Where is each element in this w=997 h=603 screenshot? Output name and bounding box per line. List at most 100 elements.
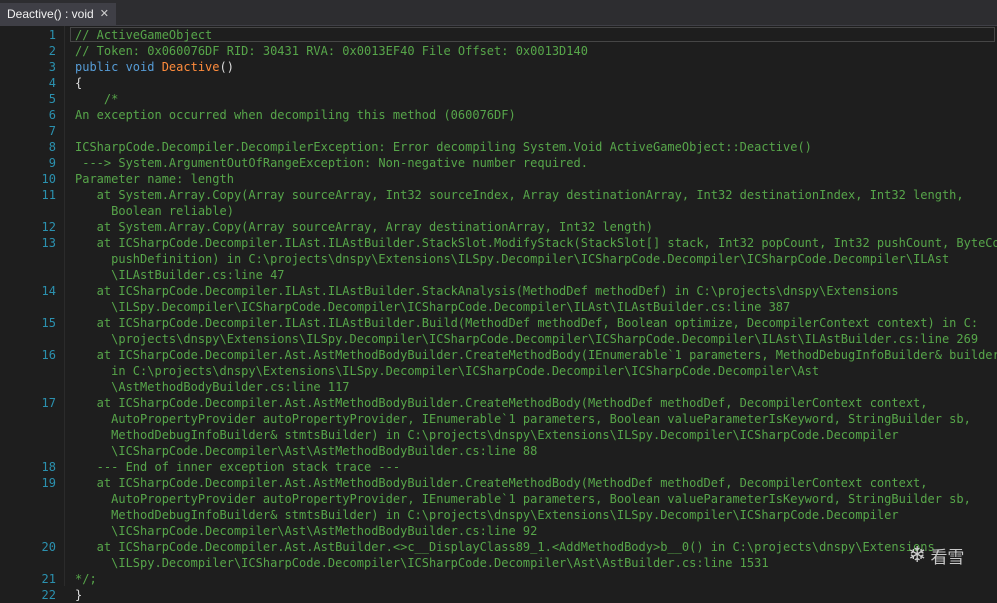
- line-number: 16: [41, 348, 56, 362]
- code-line[interactable]: 19 at ICSharpCode.Decompiler.Ast.AstMeth…: [0, 475, 997, 491]
- code-token: {: [75, 76, 83, 90]
- code-text: AutoPropertyProvider autoPropertyProvide…: [75, 411, 971, 427]
- close-icon[interactable]: ✕: [100, 3, 109, 25]
- code-line[interactable]: \AstMethodBodyBuilder.cs:line 117: [0, 379, 997, 395]
- tab-title: Deactive() : void: [7, 7, 94, 21]
- code-text: \ILSpy.Decompiler\ICSharpCode.Decompiler…: [75, 299, 790, 315]
- code-token: // ActiveGameObject: [75, 28, 213, 42]
- line-number: 1: [48, 28, 56, 42]
- code-text: public void Deactive(): [75, 59, 234, 75]
- code-line[interactable]: \ILAstBuilder.cs:line 47: [0, 267, 997, 283]
- code-token: \AstMethodBodyBuilder.cs:line 117: [75, 380, 350, 394]
- code-line[interactable]: 9 ---> System.ArgumentOutOfRangeExceptio…: [0, 155, 997, 171]
- code-text: \AstMethodBodyBuilder.cs:line 117: [75, 379, 350, 395]
- code-line[interactable]: 14 at ICSharpCode.Decompiler.ILAst.ILAst…: [0, 283, 997, 299]
- code-text: at ICSharpCode.Decompiler.ILAst.ILAstBui…: [75, 283, 899, 299]
- code-text: ---> System.ArgumentOutOfRangeException:…: [75, 155, 588, 171]
- code-line[interactable]: 10 Parameter name: length: [0, 171, 997, 187]
- code-line[interactable]: 6 An exception occurred when decompiling …: [0, 107, 997, 123]
- code-token: Boolean reliable): [75, 204, 234, 218]
- code-text: /*: [75, 91, 118, 107]
- code-line[interactable]: 3 public void Deactive(): [0, 59, 997, 75]
- code-text: */;: [75, 571, 97, 587]
- code-text: pushDefinition) in C:\projects\dnspy\Ext…: [75, 251, 949, 267]
- code-line[interactable]: AutoPropertyProvider autoPropertyProvide…: [0, 491, 997, 507]
- code-token: in C:\projects\dnspy\Extensions\ILSpy.De…: [75, 364, 820, 378]
- code-text: Boolean reliable): [75, 203, 234, 219]
- code-line[interactable]: in C:\projects\dnspy\Extensions\ILSpy.De…: [0, 363, 997, 379]
- code-token: pushDefinition) in C:\projects\dnspy\Ext…: [75, 252, 950, 266]
- code-line[interactable]: 13 at ICSharpCode.Decompiler.ILAst.ILAst…: [0, 235, 997, 251]
- line-number: 8: [48, 140, 56, 154]
- code-token: An exception occurred when decompiling t…: [75, 108, 516, 122]
- code-line[interactable]: 1 // ActiveGameObject: [0, 27, 997, 43]
- code-line[interactable]: MethodDebugInfoBuilder& stmtsBuilder) in…: [0, 507, 997, 523]
- code-token: Parameter name: length: [75, 172, 234, 186]
- line-number: 14: [41, 284, 56, 298]
- code-text: ICSharpCode.Decompiler.DecompilerExcepti…: [75, 139, 812, 155]
- line-number: 9: [48, 156, 56, 170]
- code-line[interactable]: 11 at System.Array.Copy(Array sourceArra…: [0, 187, 997, 203]
- code-line[interactable]: \ILSpy.Decompiler\ICSharpCode.Decompiler…: [0, 555, 997, 571]
- code-line[interactable]: \projects\dnspy\Extensions\ILSpy.Decompi…: [0, 331, 997, 347]
- code-token: MethodDebugInfoBuilder& stmtsBuilder) in…: [75, 508, 899, 522]
- code-text: at ICSharpCode.Decompiler.Ast.AstMethodB…: [75, 395, 928, 411]
- code-line[interactable]: pushDefinition) in C:\projects\dnspy\Ext…: [0, 251, 997, 267]
- snowflake-icon: ❄: [908, 542, 927, 568]
- code-token: at ICSharpCode.Decompiler.ILAst.ILAstBui…: [75, 236, 997, 250]
- code-line[interactable]: Boolean reliable): [0, 203, 997, 219]
- code-line[interactable]: MethodDebugInfoBuilder& stmtsBuilder) in…: [0, 427, 997, 443]
- watermark-text: 看雪: [930, 547, 965, 568]
- code-line[interactable]: \ICSharpCode.Decompiler\Ast\AstMethodBod…: [0, 523, 997, 539]
- code-text: \ILSpy.Decompiler\ICSharpCode.Decompiler…: [75, 555, 769, 571]
- code-token: */;: [75, 572, 97, 586]
- code-line[interactable]: 17 at ICSharpCode.Decompiler.Ast.AstMeth…: [0, 395, 997, 411]
- code-text: at ICSharpCode.Decompiler.Ast.AstMethodB…: [75, 347, 997, 363]
- line-number: 17: [41, 396, 56, 410]
- code-line[interactable]: 7: [0, 123, 997, 139]
- code-token: }: [75, 588, 83, 602]
- code-token: \ICSharpCode.Decompiler\Ast\AstMethodBod…: [75, 524, 538, 538]
- code-text: \ILAstBuilder.cs:line 47: [75, 267, 285, 283]
- code-text: at ICSharpCode.Decompiler.Ast.AstBuilder…: [75, 539, 935, 555]
- code-token: ---> System.ArgumentOutOfRangeException:…: [75, 156, 588, 170]
- tab-deactive[interactable]: Deactive() : void ✕: [0, 3, 116, 25]
- code-token: Deactive: [161, 60, 220, 74]
- code-line[interactable]: 20 at ICSharpCode.Decompiler.Ast.AstBuil…: [0, 539, 997, 555]
- code-token: at ICSharpCode.Decompiler.Ast.AstMethodB…: [75, 348, 997, 362]
- code-text: {: [75, 75, 82, 91]
- watermark: ❄ 看雪: [908, 540, 988, 570]
- code-token: \ILSpy.Decompiler\ICSharpCode.Decompiler…: [75, 556, 769, 570]
- code-line[interactable]: 5 /*: [0, 91, 997, 107]
- code-token: (): [219, 60, 234, 74]
- code-text: in C:\projects\dnspy\Extensions\ILSpy.De…: [75, 363, 819, 379]
- code-text: \ICSharpCode.Decompiler\Ast\AstMethodBod…: [75, 523, 537, 539]
- code-line[interactable]: 21 */;: [0, 571, 997, 587]
- code-token: at ICSharpCode.Decompiler.ILAst.ILAstBui…: [75, 284, 899, 298]
- code-token: at System.Array.Copy(Array sourceArray, …: [75, 220, 653, 234]
- code-token: at ICSharpCode.Decompiler.Ast.AstMethodB…: [75, 476, 928, 490]
- line-number: 6: [48, 108, 56, 122]
- code-line[interactable]: \ICSharpCode.Decompiler\Ast\AstMethodBod…: [0, 443, 997, 459]
- line-number: 10: [41, 172, 56, 186]
- code-line[interactable]: 15 at ICSharpCode.Decompiler.ILAst.ILAst…: [0, 315, 997, 331]
- line-number: 4: [48, 76, 56, 90]
- code-line[interactable]: AutoPropertyProvider autoPropertyProvide…: [0, 411, 997, 427]
- code-line[interactable]: 12 at System.Array.Copy(Array sourceArra…: [0, 219, 997, 235]
- code-line[interactable]: \ILSpy.Decompiler\ICSharpCode.Decompiler…: [0, 299, 997, 315]
- code-text: \projects\dnspy\Extensions\ILSpy.Decompi…: [75, 331, 978, 347]
- code-text: at ICSharpCode.Decompiler.ILAst.ILAstBui…: [75, 235, 997, 251]
- code-editor[interactable]: 1 // ActiveGameObject 2 // Token: 0x060076D…: [0, 26, 997, 602]
- line-number: 15: [41, 316, 56, 330]
- code-token: --- End of inner exception stack trace -…: [75, 460, 401, 474]
- code-line[interactable]: 8 ICSharpCode.Decompiler.DecompilerExcept…: [0, 139, 997, 155]
- code-line[interactable]: 22}: [0, 587, 997, 603]
- code-text: at ICSharpCode.Decompiler.ILAst.ILAstBui…: [75, 315, 978, 331]
- code-line[interactable]: 4{: [0, 75, 997, 91]
- code-token: at ICSharpCode.Decompiler.ILAst.ILAstBui…: [75, 316, 979, 330]
- code-token: \ILAstBuilder.cs:line 47: [75, 268, 285, 282]
- code-line[interactable]: 16 at ICSharpCode.Decompiler.Ast.AstMeth…: [0, 347, 997, 363]
- code-token: at ICSharpCode.Decompiler.Ast.AstMethodB…: [75, 396, 928, 410]
- code-line[interactable]: 18 --- End of inner exception stack trac…: [0, 459, 997, 475]
- code-line[interactable]: 2 // Token: 0x060076DF RID: 30431 RVA: 0x…: [0, 43, 997, 59]
